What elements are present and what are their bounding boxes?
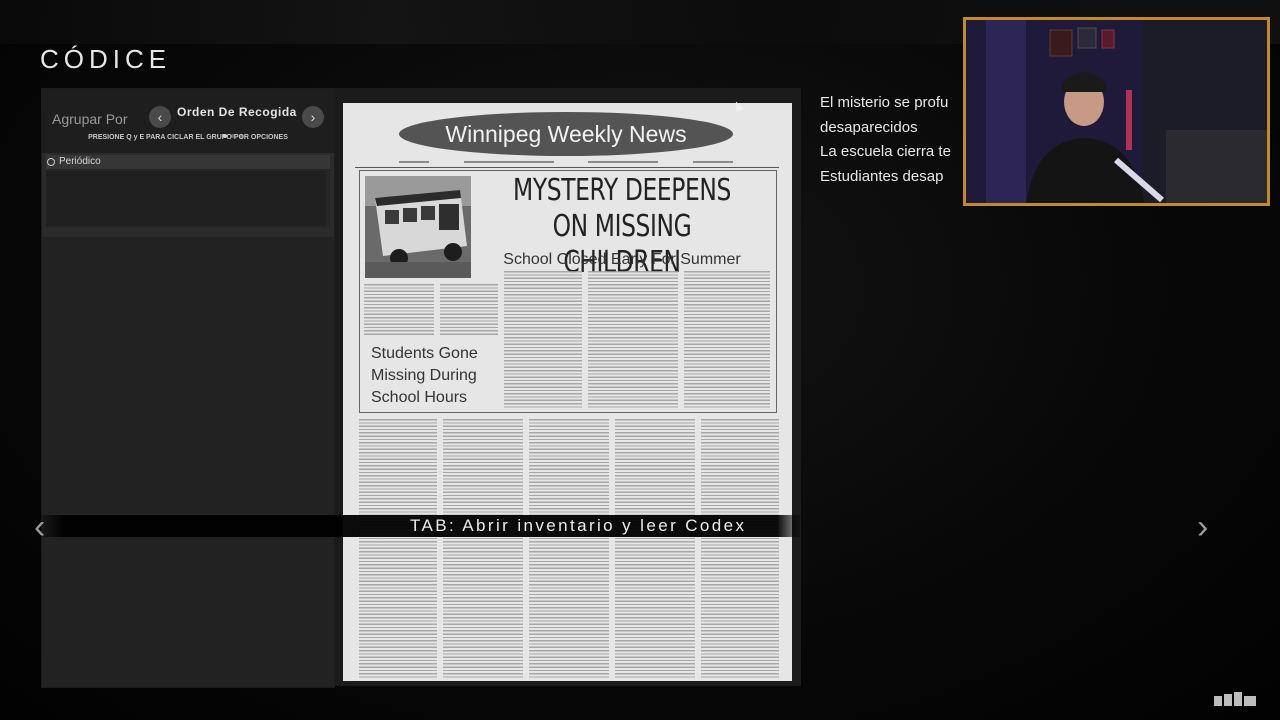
article-text [588,271,678,409]
description-line: El misterio se profu [820,94,949,111]
dateline-strip [399,161,733,165]
group-by-bar: Agrupar Por ‹ Orden De Recogida › PRESIO… [42,89,334,153]
description-line: La escuela cierra te [820,143,951,160]
description-line: desaparecidos [820,118,918,136]
article-text [440,284,498,336]
article-text [504,271,582,409]
list-empty-area [46,171,326,226]
next-page-arrow-icon[interactable]: › [1197,510,1208,544]
lead-story: MYSTERY DEEPENS ON MISSING CHILDREN Scho… [359,170,777,413]
headline-line: MYSTERY DEEPENS [513,173,731,208]
page-title: CÓDICE [40,44,172,74]
masthead-title: Winnipeg Weekly News [445,121,687,147]
hud-indicator-icon [1212,690,1260,708]
group-by-label: Agrupar Por [52,111,128,127]
codex-description: El misterio se profu desaparecidos La es… [820,91,980,189]
tutorial-prompt: TAB: Abrir inventario y leer Codex [410,516,747,535]
codex-sidebar: Agrupar Por ‹ Orden De Recogida › PRESIO… [41,88,335,688]
article-text [701,419,779,679]
prev-page-arrow-icon[interactable]: ‹ [34,510,45,544]
streamer-webcam-overlay [963,17,1270,206]
school-bus-photo [365,176,471,278]
side-headline-line: School Hours [371,389,468,406]
group-order-value: Orden De Recogida [177,105,297,119]
group-next-button[interactable]: › [302,106,324,128]
article-text [364,284,434,336]
divider [355,167,779,168]
side-headline-line: Students Gone [371,345,478,362]
article-text [615,419,695,679]
article-text [443,419,523,679]
headline-subtitle: School Closed Early For Summer [503,251,741,268]
list-item[interactable]: Periódico [46,155,330,169]
group-cycle-hint: PRESIONE Q y E PARA CICLAR EL GRUPO POR … [88,134,288,141]
sidebar-lower-area [42,237,334,687]
article-text [359,419,437,679]
side-headline-line: Missing During [371,367,477,384]
article-text [684,271,770,409]
radio-circle-icon [47,158,55,166]
description-line: Estudiantes desap [820,167,944,185]
newspaper-document: Winnipeg Weekly News MYSTERY DEEPENS ON … [343,103,792,681]
newspaper-masthead: Winnipeg Weekly News [399,112,733,156]
article-text [529,419,609,679]
side-headline: Students Gone Missing During School Hour… [371,343,511,409]
group-prev-button[interactable]: ‹ [149,106,171,128]
list-item-label: Periódico [59,156,101,167]
game-screen: CÓDICE Agrupar Por ‹ Orden De Recogida ›… [0,0,1280,720]
